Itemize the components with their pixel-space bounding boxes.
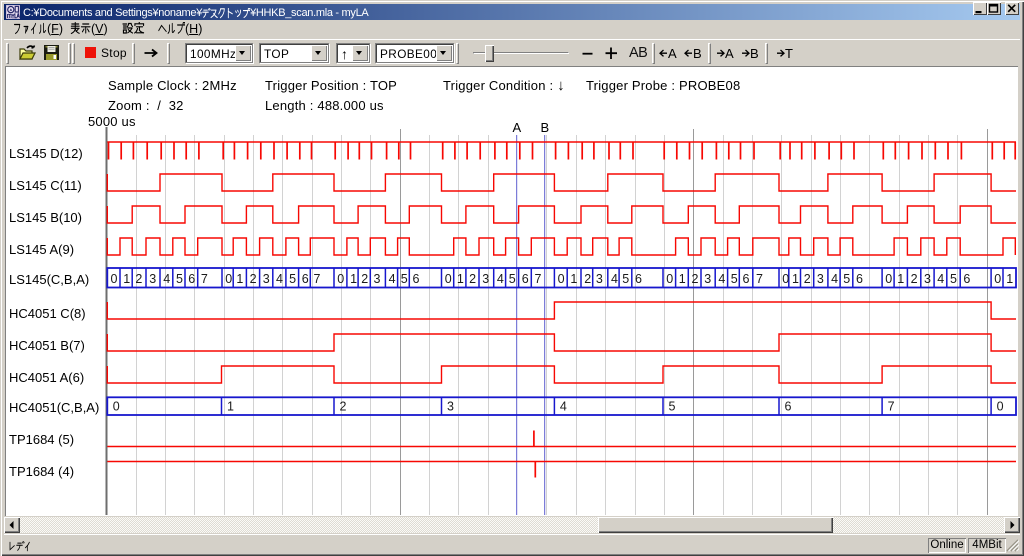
svg-text:0: 0 xyxy=(337,272,344,286)
svg-text:1: 1 xyxy=(792,272,799,286)
svg-text:4: 4 xyxy=(831,272,838,286)
svg-text:1: 1 xyxy=(457,272,464,286)
svg-text:6: 6 xyxy=(302,272,309,286)
svg-text:5: 5 xyxy=(669,400,676,414)
svg-text:3: 3 xyxy=(924,272,931,286)
svg-text:3: 3 xyxy=(149,272,156,286)
svg-text:2: 2 xyxy=(584,272,591,286)
svg-text:3: 3 xyxy=(817,272,824,286)
svg-text:4: 4 xyxy=(718,272,725,286)
svg-text:0: 0 xyxy=(782,272,789,286)
svg-text:4: 4 xyxy=(560,400,567,414)
svg-text:4: 4 xyxy=(937,272,944,286)
svg-text:6: 6 xyxy=(963,272,970,286)
svg-text:6: 6 xyxy=(635,272,642,286)
svg-text:0: 0 xyxy=(885,272,892,286)
svg-text:3: 3 xyxy=(447,400,454,414)
svg-text:0: 0 xyxy=(225,272,232,286)
svg-text:3: 3 xyxy=(704,272,711,286)
svg-text:1: 1 xyxy=(570,272,577,286)
svg-text:2: 2 xyxy=(469,272,476,286)
svg-text:5: 5 xyxy=(731,272,738,286)
svg-text:6: 6 xyxy=(785,400,792,414)
svg-text:1: 1 xyxy=(350,272,357,286)
svg-text:0: 0 xyxy=(445,272,452,286)
svg-text:0: 0 xyxy=(666,272,673,286)
svg-text:7: 7 xyxy=(535,272,542,286)
svg-text:7: 7 xyxy=(756,272,763,286)
svg-text:6: 6 xyxy=(522,272,529,286)
svg-text:1: 1 xyxy=(227,400,234,414)
svg-text:7: 7 xyxy=(201,272,208,286)
svg-text:5: 5 xyxy=(950,272,957,286)
svg-text:5: 5 xyxy=(176,272,183,286)
svg-text:4: 4 xyxy=(497,272,504,286)
svg-text:2: 2 xyxy=(804,272,811,286)
svg-text:0: 0 xyxy=(113,400,120,414)
svg-text:4: 4 xyxy=(163,272,170,286)
svg-text:3: 3 xyxy=(596,272,603,286)
svg-text:5: 5 xyxy=(843,272,850,286)
svg-text:5: 5 xyxy=(401,272,408,286)
svg-text:1: 1 xyxy=(897,272,904,286)
svg-text:1: 1 xyxy=(123,272,130,286)
svg-text:1: 1 xyxy=(1006,272,1013,286)
svg-text:0: 0 xyxy=(994,272,1001,286)
svg-text:1: 1 xyxy=(679,272,686,286)
svg-text:2: 2 xyxy=(361,272,368,286)
svg-text:6: 6 xyxy=(413,272,420,286)
svg-text:5: 5 xyxy=(509,272,516,286)
svg-text:3: 3 xyxy=(374,272,381,286)
svg-text:0: 0 xyxy=(997,400,1004,414)
svg-text:4: 4 xyxy=(389,272,396,286)
svg-text:2: 2 xyxy=(250,272,257,286)
svg-text:5: 5 xyxy=(622,272,629,286)
svg-text:6: 6 xyxy=(188,272,195,286)
svg-text:5: 5 xyxy=(289,272,296,286)
svg-text:2: 2 xyxy=(692,272,699,286)
svg-text:4: 4 xyxy=(276,272,283,286)
svg-text:3: 3 xyxy=(482,272,489,286)
svg-text:6: 6 xyxy=(856,272,863,286)
svg-text:0: 0 xyxy=(111,272,118,286)
svg-text:6: 6 xyxy=(743,272,750,286)
svg-text:3: 3 xyxy=(263,272,270,286)
svg-text:7: 7 xyxy=(888,400,895,414)
svg-text:2: 2 xyxy=(911,272,918,286)
svg-text:7: 7 xyxy=(314,272,321,286)
svg-text:2: 2 xyxy=(340,400,347,414)
svg-text:0: 0 xyxy=(558,272,565,286)
svg-text:1: 1 xyxy=(236,272,243,286)
svg-text:2: 2 xyxy=(135,272,142,286)
svg-text:4: 4 xyxy=(611,272,618,286)
